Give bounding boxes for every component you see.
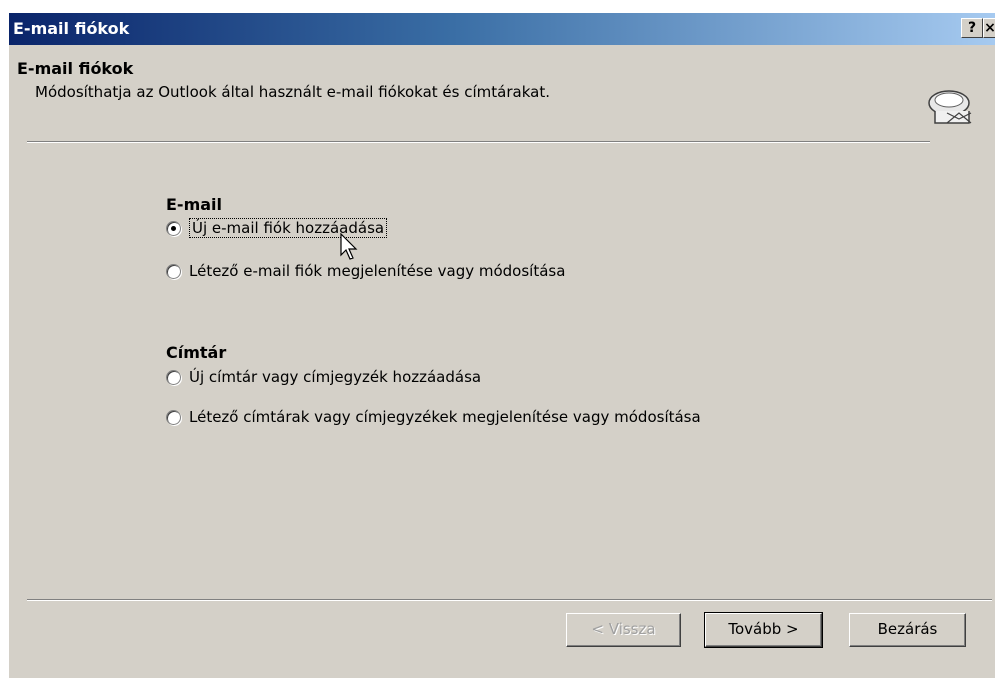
email-accounts-dialog: E-mail fiókok ? × E-mail fiókok Módosíth… (8, 12, 995, 678)
radio-view-directories[interactable]: Létező címtárak vagy címjegyzékek megjel… (166, 405, 701, 429)
radio-new-directory[interactable]: Új címtár vagy címjegyzék hozzáadása (166, 365, 481, 389)
mouse-pointer-icon (340, 232, 360, 265)
window-title: E-mail fiókok (13, 19, 130, 38)
radio-button[interactable] (166, 409, 181, 425)
dialog-header: E-mail fiókok Módosíthatja az Outlook ál… (9, 45, 995, 145)
footer-separator (27, 599, 992, 601)
radio-button[interactable] (166, 263, 181, 279)
radio-label: Létező e-mail fiók megjelenítése vagy mó… (189, 262, 566, 280)
radio-view-email-accounts[interactable]: Létező e-mail fiók megjelenítése vagy mó… (166, 259, 565, 283)
title-bar[interactable]: E-mail fiókok ? × (9, 13, 995, 45)
header-description: Módosíthatja az Outlook által használt e… (35, 83, 550, 101)
help-button[interactable]: ? (961, 18, 983, 38)
header-title: E-mail fiókok (17, 59, 134, 78)
radio-button[interactable] (166, 369, 181, 385)
email-group-label: E-mail (166, 195, 223, 214)
header-separator (27, 141, 930, 143)
directory-group-label: Címtár (166, 343, 227, 362)
next-button[interactable]: Tovább > (704, 612, 823, 648)
radio-label: Létező címtárak vagy címjegyzékek megjel… (189, 408, 701, 426)
close-button[interactable]: Bezárás (849, 613, 966, 647)
envelope-icon (925, 83, 973, 135)
radio-button-selected[interactable] (166, 220, 181, 236)
back-button[interactable]: < Vissza (566, 613, 681, 647)
radio-label: Új címtár vagy címjegyzék hozzáadása (189, 368, 482, 386)
close-window-button[interactable]: × (983, 18, 995, 38)
